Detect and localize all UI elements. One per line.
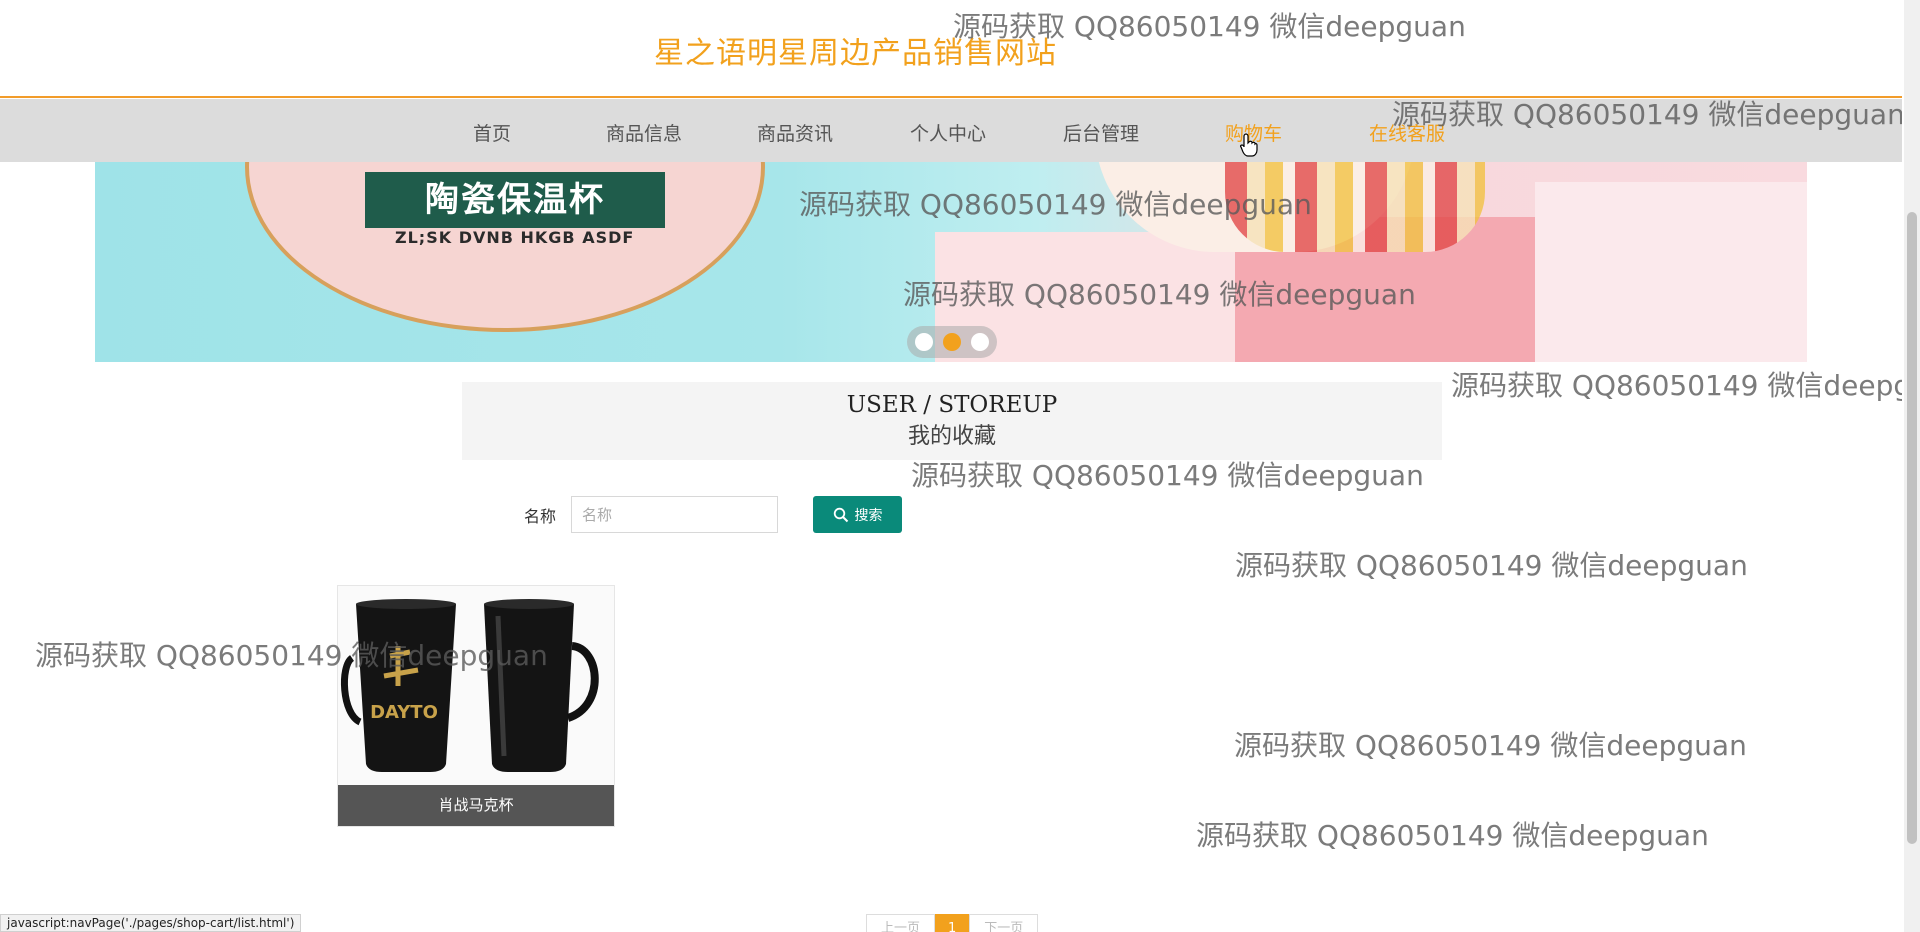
search-button[interactable]: 搜索	[813, 496, 902, 533]
hand-cursor-icon	[1240, 133, 1258, 157]
svg-text:DAYTO: DAYTO	[370, 702, 438, 723]
section-title: USER / STOREUP 我的收藏	[462, 382, 1442, 460]
section-title-cn: 我的收藏	[907, 424, 996, 449]
browser-status-bar: javascript:navPage('./pages/shop-cart/li…	[0, 914, 302, 932]
carousel-indicators	[907, 326, 997, 358]
watermark: 源码获取 QQ86050149 微信deepguan	[1235, 549, 1748, 582]
nav-item-admin[interactable]: 后台管理	[1063, 119, 1139, 146]
carousel-dot[interactable]	[915, 333, 933, 351]
watermark: 源码获取 QQ86050149 微信deepguan	[1451, 369, 1902, 402]
watermark: 源码获取 QQ86050149 微信deepguan	[1196, 819, 1709, 852]
search-label: 名称	[524, 507, 557, 526]
carousel-dot-active[interactable]	[943, 333, 961, 351]
nav-item-home[interactable]: 首页	[473, 119, 511, 146]
site-header: 星之语明星周边产品销售网站	[0, 0, 1902, 98]
search-icon	[833, 507, 848, 522]
product-card[interactable]: DAYTO 肖战马克杯	[337, 585, 615, 827]
prev-page-button[interactable]: 上一页	[866, 914, 936, 932]
nav-item-profile[interactable]: 个人中心	[910, 119, 986, 146]
banner-mug-pattern	[1225, 162, 1485, 252]
site-title: 星之语明星周边产品销售网站	[654, 36, 1057, 71]
product-image[interactable]: DAYTO	[338, 586, 614, 786]
search-input[interactable]	[571, 496, 778, 533]
current-page-button[interactable]: 1	[935, 914, 970, 932]
watermark: 源码获取 QQ86050149 微信deepguan	[911, 459, 1424, 492]
product-name[interactable]: 肖战马克杯	[338, 785, 614, 826]
search-button-label: 搜索	[854, 507, 883, 524]
nav-item-news[interactable]: 商品资讯	[757, 119, 833, 146]
nav-item-products[interactable]: 商品信息	[606, 119, 682, 146]
scrollbar-thumb[interactable]	[1907, 212, 1917, 844]
section-title-en: USER / STOREUP	[846, 392, 1058, 418]
banner-sub-label: ZL;SK DVNB HKGB ASDF	[395, 228, 635, 247]
next-page-button[interactable]: 下一页	[969, 914, 1039, 932]
nav-item-support[interactable]: 在线客服	[1369, 119, 1445, 146]
pagination: 上一页 1 下一页	[866, 914, 1039, 932]
banner-label: 陶瓷保温杯	[365, 172, 665, 228]
banner-box-graphic	[1535, 182, 1807, 362]
carousel-dot[interactable]	[971, 333, 989, 351]
mug-icon: DAYTO	[338, 586, 614, 786]
main-nav: 首页 商品信息 商品资讯 个人中心 后台管理 购物车 在线客服	[0, 99, 1902, 162]
watermark: 源码获取 QQ86050149 微信deepguan	[1234, 729, 1747, 762]
